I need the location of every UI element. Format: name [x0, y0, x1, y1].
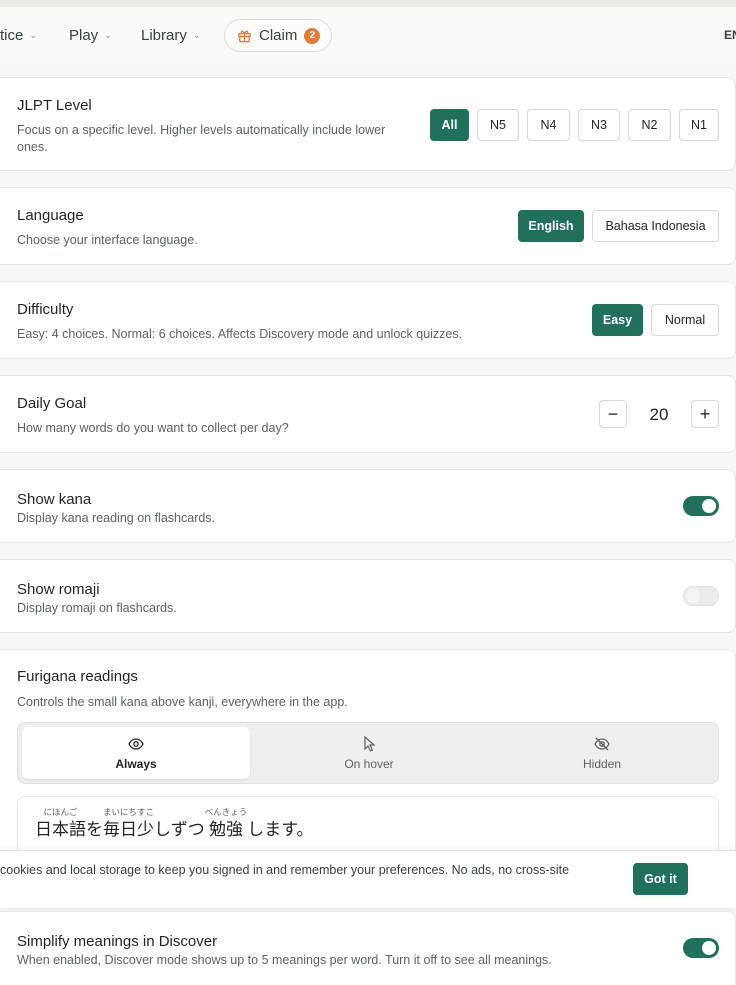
- language-card: Language Choose your interface language.…: [0, 187, 736, 265]
- top-navbar: tice ⌄ Play ⌄ Library ⌄ Claim 2 EN: [0, 7, 736, 63]
- show-kana-card: Show kana Display kana reading on flashc…: [0, 469, 736, 543]
- furigana-description: Controls the small kana above kanji, eve…: [17, 695, 348, 709]
- ruby-word: しずつ: [154, 820, 205, 840]
- difficulty-option-normal[interactable]: Normal: [651, 304, 719, 336]
- ruby-word: を: [86, 820, 103, 840]
- jlpt-option-n2[interactable]: N2: [628, 109, 671, 141]
- nav-item-practice[interactable]: tice ⌄: [0, 27, 37, 44]
- cookie-banner-text: cookies and local storage to keep you si…: [0, 863, 570, 877]
- option-label: Always: [115, 756, 157, 771]
- difficulty-option-easy[interactable]: Easy: [592, 304, 643, 336]
- nav-item-label: Library: [141, 27, 187, 44]
- difficulty-title: Difficulty: [17, 301, 74, 318]
- language-title: Language: [17, 207, 84, 224]
- daily-goal-description: How many words do you want to collect pe…: [17, 421, 289, 435]
- chevron-down-icon: ⌄: [29, 30, 37, 40]
- furigana-preview: にほんご 日本語 を まいにち 毎日 すこ少 しずつ べんきょう 勉強 します。: [17, 796, 719, 856]
- toggle-knob: [702, 499, 716, 513]
- language-description: Choose your interface language.: [17, 233, 198, 247]
- furigana-option-on-hover[interactable]: On hover: [255, 727, 483, 779]
- cursor-icon: [364, 735, 376, 752]
- option-label: Hidden: [582, 756, 622, 771]
- cookie-banner: cookies and local storage to keep you si…: [0, 850, 736, 908]
- jlpt-description: Focus on a specific level. Higher levels…: [17, 123, 386, 154]
- nav-item-label: tice: [0, 27, 24, 44]
- show-romaji-description: Display romaji on flashcards.: [17, 601, 177, 615]
- ruby-word: にほんご 日本語: [35, 808, 86, 840]
- ruby-word: まいにち 毎日: [103, 808, 138, 840]
- furigana-mode-selector: Always On hover Hidden: [17, 722, 719, 784]
- chevron-down-icon: ⌄: [104, 30, 112, 40]
- nav-item-label: Play: [69, 27, 99, 44]
- jlpt-option-n4[interactable]: N4: [527, 109, 570, 141]
- show-kana-toggle[interactable]: [683, 496, 719, 516]
- furigana-card: Furigana readings Controls the small kan…: [0, 649, 736, 879]
- jlpt-option-n1[interactable]: N1: [679, 109, 719, 141]
- simplify-meanings-card: Simplify meanings in Discover When enabl…: [0, 911, 736, 985]
- daily-goal-card: Daily Goal How many words do you want to…: [0, 375, 736, 453]
- difficulty-description: Easy: 4 choices. Normal: 6 choices. Affe…: [17, 327, 463, 341]
- nav-item-library[interactable]: Library ⌄: [141, 27, 200, 44]
- show-romaji-title: Show romaji: [17, 581, 100, 598]
- furigana-title: Furigana readings: [17, 668, 138, 685]
- show-kana-title: Show kana: [17, 491, 92, 508]
- gift-icon: [238, 30, 251, 43]
- show-romaji-card: Show romaji Display romaji on flashcards…: [0, 559, 736, 633]
- claim-label: Claim: [259, 27, 298, 44]
- eye-icon: [128, 737, 144, 750]
- increment-button[interactable]: +: [691, 400, 719, 428]
- language-option-english[interactable]: English: [518, 210, 584, 242]
- difficulty-card: Difficulty Easy: 4 choices. Normal: 6 ch…: [0, 281, 736, 359]
- toggle-knob: [686, 589, 700, 603]
- daily-goal-value: 20: [649, 405, 669, 424]
- ruby-word: べんきょう 勉強: [204, 808, 248, 840]
- furigana-option-always[interactable]: Always: [22, 727, 250, 779]
- claim-count-badge: 2: [304, 27, 321, 44]
- jlpt-option-n3[interactable]: N3: [578, 109, 620, 141]
- simplify-toggle[interactable]: [683, 938, 719, 958]
- preview-sentence: にほんご 日本語 を まいにち 毎日 すこ少 しずつ べんきょう 勉強 します。: [35, 807, 314, 841]
- language-switch[interactable]: EN: [724, 28, 736, 42]
- got-it-button[interactable]: Got it: [633, 863, 688, 895]
- toggle-knob: [702, 941, 716, 955]
- show-romaji-toggle[interactable]: [683, 586, 719, 606]
- chevron-down-icon: ⌄: [192, 30, 201, 40]
- show-kana-description: Display kana reading on flashcards.: [17, 511, 216, 525]
- ruby-word: します。: [247, 820, 314, 840]
- language-option-bahasa-indonesia[interactable]: Bahasa Indonesia: [592, 210, 719, 242]
- jlpt-level-card: JLPT Level Focus on a specific level. Hi…: [0, 77, 736, 171]
- eye-off-icon: [594, 737, 610, 750]
- option-label: On hover: [344, 756, 394, 771]
- simplify-description: When enabled, Discover mode shows up to …: [17, 953, 552, 967]
- decrement-button[interactable]: −: [599, 400, 627, 428]
- jlpt-option-all[interactable]: All: [430, 109, 469, 141]
- simplify-title: Simplify meanings in Discover: [17, 933, 218, 950]
- nav-item-play[interactable]: Play ⌄: [69, 27, 112, 44]
- jlpt-title: JLPT Level: [17, 97, 92, 114]
- furigana-option-hidden[interactable]: Hidden: [488, 727, 716, 779]
- jlpt-option-n5[interactable]: N5: [477, 109, 519, 141]
- claim-button[interactable]: Claim 2: [224, 19, 332, 52]
- ruby-word: すこ少: [137, 808, 155, 840]
- top-strip: [0, 0, 736, 7]
- daily-goal-title: Daily Goal: [17, 395, 87, 412]
